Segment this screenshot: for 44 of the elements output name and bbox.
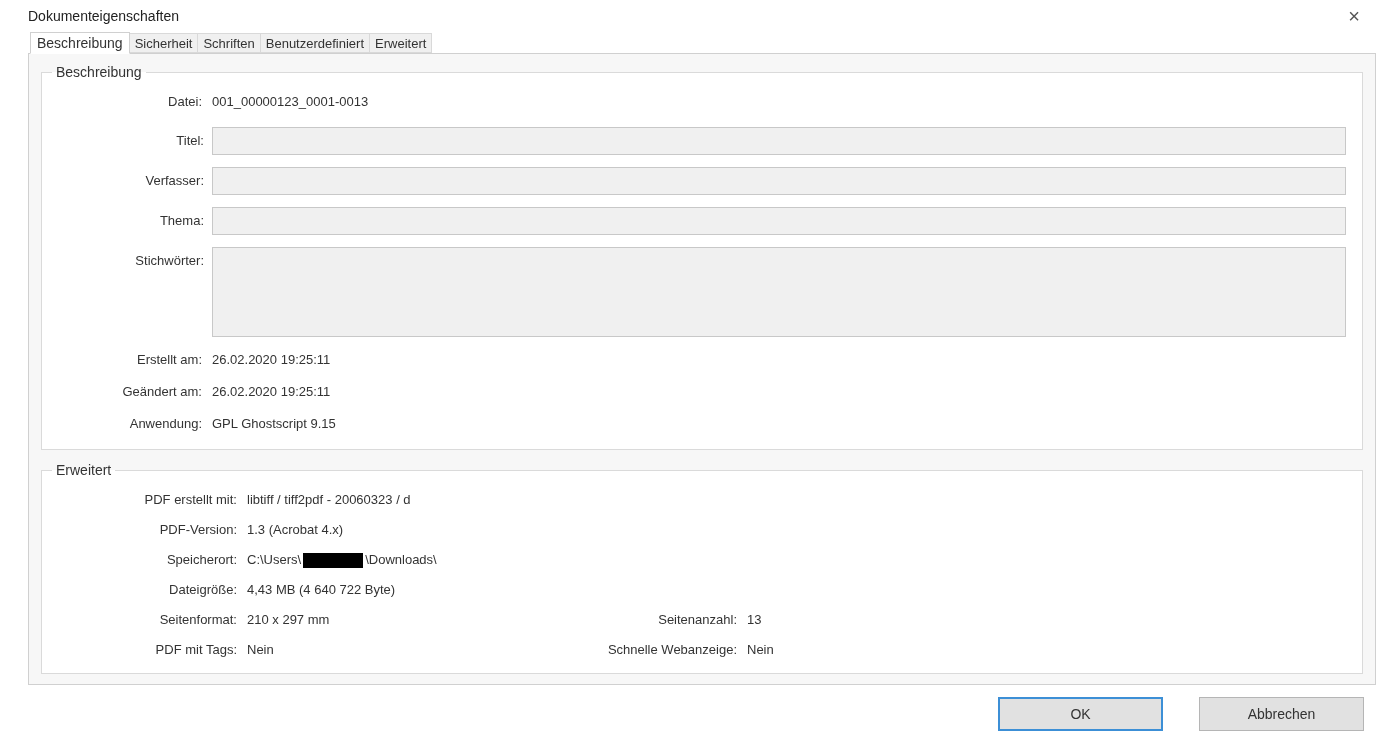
field-label: Speicherort: — [165, 551, 238, 570]
field-label: Titel: — [175, 132, 205, 150]
field-label: Schnelle Webanzeige: — [606, 641, 738, 660]
input-field[interactable] — [212, 207, 1346, 235]
dialog-button[interactable]: OK — [998, 697, 1163, 731]
field-label: Anwendung: — [128, 415, 203, 434]
field-label: Datei: — [167, 93, 203, 112]
tab[interactable]: Beschreibung — [30, 32, 130, 54]
window-title: Dokumenteigenschaften — [28, 6, 179, 26]
field-label: Erstellt am: — [136, 351, 203, 370]
group-title: Erweitert — [55, 461, 113, 480]
close-button[interactable]: × — [1344, 6, 1364, 26]
tab[interactable]: Benutzerdefiniert — [260, 33, 371, 53]
field-label: Verfasser: — [144, 172, 205, 190]
tab[interactable]: Schriften — [198, 33, 261, 53]
field-value: 26.02.2020 19:25:11 — [212, 351, 331, 370]
field-label: Seitenanzahl: — [657, 611, 738, 630]
input-field[interactable] — [212, 127, 1346, 155]
field-value: Nein — [747, 641, 774, 660]
field-value: 1.3 (Acrobat 4.x) — [247, 521, 344, 540]
field-value: libtiff / tiff2pdf - 20060323 / d — [247, 491, 411, 510]
field-value: 001_00000123_0001-0013 — [212, 93, 369, 112]
field-label: PDF erstellt mit: — [143, 491, 238, 510]
field-value: Nein — [247, 641, 274, 660]
field-label: PDF mit Tags: — [154, 641, 238, 660]
field-value: C:\Users\ — [247, 551, 302, 570]
field-value: 4,43 MB (4 640 722 Byte) — [247, 581, 396, 600]
field-label: Geändert am: — [121, 383, 203, 402]
tab[interactable]: Erweitert — [370, 33, 433, 53]
text-area[interactable] — [212, 247, 1346, 337]
field-label: Thema: — [158, 212, 205, 230]
field-label: PDF-Version: — [158, 521, 238, 540]
dialog-button[interactable]: Abbrechen — [1199, 697, 1364, 731]
field-value: 26.02.2020 19:25:11 — [212, 383, 331, 402]
input-field[interactable] — [212, 167, 1346, 195]
field-label: Seitenformat: — [158, 611, 238, 630]
field-value: 13 — [747, 611, 762, 630]
field-value: GPL Ghostscript 9.15 — [212, 415, 336, 434]
tab[interactable]: Sicherheit — [129, 33, 199, 53]
field-label: Stichwörter: — [134, 252, 205, 270]
group-title: Beschreibung — [55, 63, 143, 82]
field-value: 210 x 297 mm — [247, 611, 330, 630]
field-label: Dateigröße: — [168, 581, 238, 600]
field-value: \Downloads\ — [365, 551, 437, 570]
